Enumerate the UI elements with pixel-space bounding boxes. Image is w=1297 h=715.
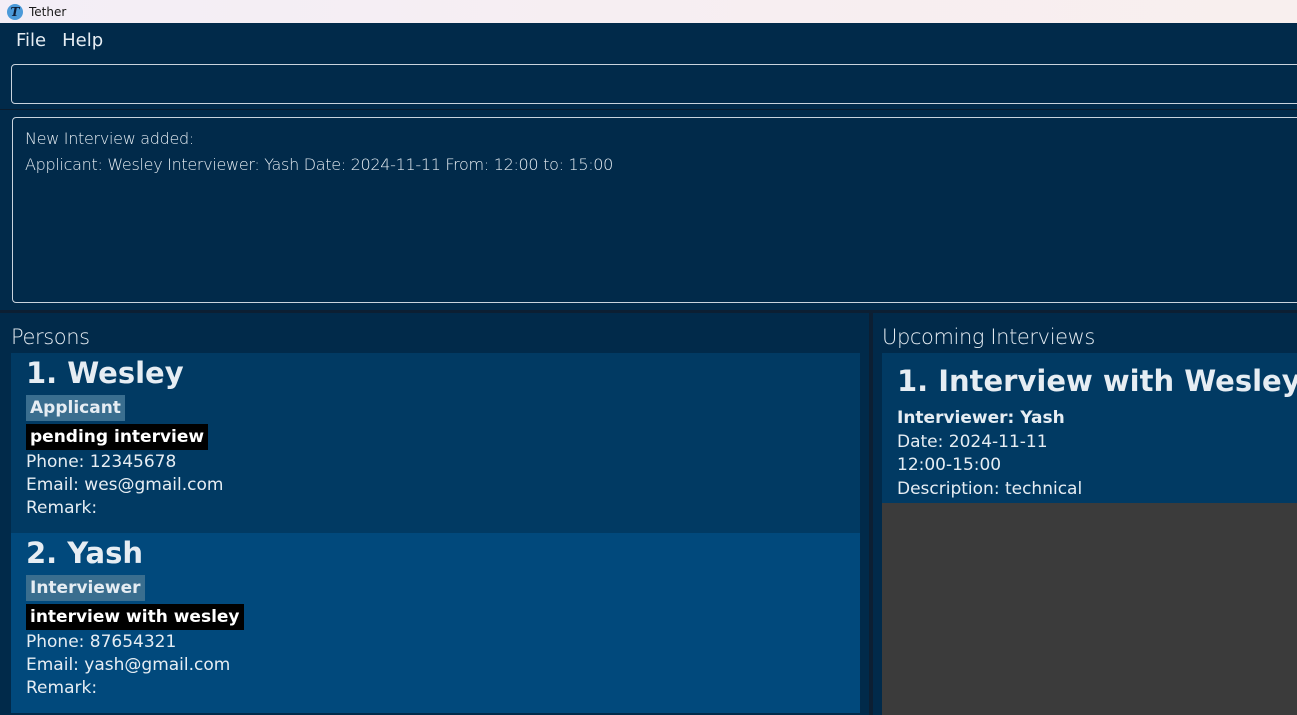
person-phone: Phone: 12345678 <box>26 452 177 472</box>
interviews-panel: Upcoming Interviews 1. Interview with Wes… <box>873 313 1297 715</box>
person-card-wesley[interactable]: 1. Wesley Applicant pending interview Pho… <box>11 353 860 533</box>
person-name-text: Wesley <box>67 356 184 390</box>
person-index: 2. <box>26 536 58 570</box>
person-index: 1. <box>26 356 58 390</box>
command-input[interactable] <box>11 64 1297 104</box>
interview-list-empty-area <box>882 503 1297 715</box>
interview-interviewer: Interviewer: Yash <box>897 408 1065 428</box>
result-display-container: New Interview added: Applicant: Wesley I… <box>0 110 1297 310</box>
title-bar: T Tether <box>0 0 1297 23</box>
person-remark: Remark: <box>26 678 98 698</box>
role-tag: Interviewer <box>26 575 145 601</box>
menu-file[interactable]: File <box>8 30 54 51</box>
status-tag: pending interview <box>26 424 209 450</box>
window-title: Tether <box>29 4 67 19</box>
command-box-container <box>0 58 1297 110</box>
interview-date: Date: 2024-11-11 <box>897 431 1048 452</box>
status-tag: interview with wesley <box>26 604 244 630</box>
interview-index: 1. <box>897 364 929 398</box>
interview-card[interactable]: 1. Interview with Wesley Interviewer: Yas… <box>882 353 1297 503</box>
interview-time: 12:00-15:00 <box>897 455 1002 475</box>
persons-panel: Persons 1. Wesley Applicant pending inter… <box>0 313 869 715</box>
app-logo-icon: T <box>7 3 23 20</box>
person-name: 1. Wesley <box>26 353 860 393</box>
person-remark: Remark: <box>26 498 98 518</box>
interview-description: Description: technical <box>897 478 1083 499</box>
person-email: Email: wes@gmail.com <box>26 475 224 495</box>
interview-title-text: Interview with Wesley <box>938 364 1297 398</box>
person-phone: Phone: 87654321 <box>26 632 177 652</box>
person-name-text: Yash <box>67 536 144 570</box>
role-tag-row: Applicant <box>26 393 860 422</box>
status-tag-row: interview with wesley <box>26 602 860 631</box>
persons-panel-title: Persons <box>11 325 90 349</box>
role-tag: Applicant <box>26 395 125 421</box>
menu-bar: File Help <box>0 23 1297 58</box>
result-line: Applicant: Wesley Interviewer: Yash Date… <box>25 155 614 174</box>
person-email: Email: yash@gmail.com <box>26 655 231 675</box>
menu-help[interactable]: Help <box>54 30 111 51</box>
role-tag-row: Interviewer <box>26 573 860 602</box>
status-tag-row: pending interview <box>26 422 860 451</box>
person-name: 2. Yash <box>26 533 860 573</box>
interviews-panel-title: Upcoming Interviews <box>882 325 1095 349</box>
person-card-yash[interactable]: 2. Yash Interviewer interview with wesley… <box>11 533 860 713</box>
result-display[interactable]: New Interview added: Applicant: Wesley I… <box>12 117 1297 303</box>
interview-title: 1. Interview with Wesley <box>897 353 1297 407</box>
result-line: New Interview added: <box>25 129 194 148</box>
